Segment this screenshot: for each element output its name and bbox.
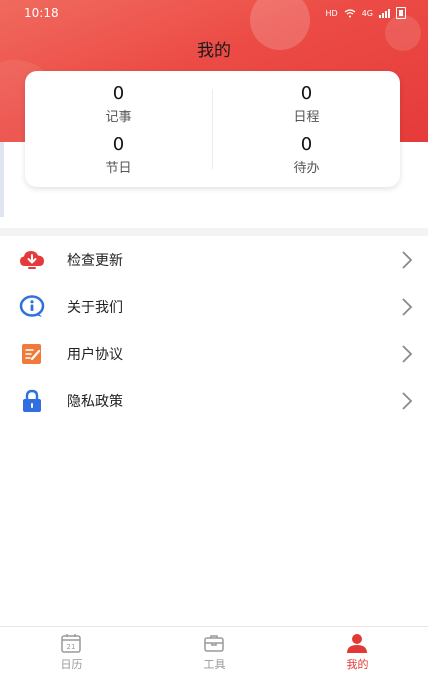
person-icon <box>347 634 367 653</box>
edit-document-icon <box>22 344 41 364</box>
menu-item-about-us[interactable]: 关于我们 <box>0 283 428 330</box>
stat-label: 记事 <box>105 110 132 125</box>
signal-icon <box>379 8 390 18</box>
lock-icon <box>23 389 41 412</box>
stat-festival[interactable]: 0 节日 <box>25 134 212 177</box>
tab-label: 工具 <box>203 658 226 671</box>
tab-label: 日历 <box>60 658 83 671</box>
settings-menu: 检查更新 关于我们 用户协议 隐私政策 <box>0 236 428 424</box>
stat-value: 0 <box>300 83 313 104</box>
edge-strip <box>0 142 4 217</box>
cloud-download-icon <box>20 251 44 269</box>
wifi-icon <box>344 8 356 17</box>
tab-label: 我的 <box>346 658 369 671</box>
stat-value: 0 <box>112 83 125 104</box>
tab-mine[interactable]: 我的 <box>286 627 428 674</box>
stat-value: 0 <box>300 134 313 155</box>
stat-label: 日程 <box>293 110 320 125</box>
stat-label: 待办 <box>293 161 320 176</box>
stats-card: 0 记事 0 日程 0 节日 0 待办 <box>25 71 400 187</box>
calendar-icon: 21 <box>61 634 81 653</box>
hd-indicator: HD <box>325 8 338 18</box>
menu-label: 隐私政策 <box>67 394 123 410</box>
toolbox-icon <box>204 635 224 652</box>
stat-notes[interactable]: 0 记事 <box>25 83 212 126</box>
chevron-right-icon <box>402 392 413 410</box>
info-bubble-icon <box>19 295 45 317</box>
menu-item-privacy-policy[interactable]: 隐私政策 <box>0 377 428 424</box>
tab-calendar[interactable]: 21 日历 <box>0 627 143 674</box>
battery-icon <box>396 7 406 19</box>
menu-item-user-agreement[interactable]: 用户协议 <box>0 330 428 377</box>
menu-label: 用户协议 <box>67 347 123 363</box>
chevron-right-icon <box>402 251 413 269</box>
stat-todo[interactable]: 0 待办 <box>213 134 400 177</box>
chevron-right-icon <box>402 345 413 363</box>
chevron-right-icon <box>402 298 413 316</box>
stat-value: 0 <box>112 134 125 155</box>
bottom-tab-bar: 21 日历 工具 我的 <box>0 626 428 674</box>
page-title: 我的 <box>197 41 231 61</box>
tab-tools[interactable]: 工具 <box>143 627 286 674</box>
status-bar: 10:18 HD 4G <box>0 0 428 26</box>
section-separator <box>0 228 428 236</box>
stat-label: 节日 <box>105 161 132 176</box>
calendar-day: 21 <box>67 643 76 651</box>
status-time: 10:18 <box>24 6 59 20</box>
network-type: 4G <box>361 8 373 18</box>
stat-schedule[interactable]: 0 日程 <box>213 83 400 126</box>
menu-item-check-update[interactable]: 检查更新 <box>0 236 428 283</box>
menu-label: 检查更新 <box>67 253 123 269</box>
status-icons: HD 4G <box>326 7 406 19</box>
menu-label: 关于我们 <box>67 300 123 316</box>
